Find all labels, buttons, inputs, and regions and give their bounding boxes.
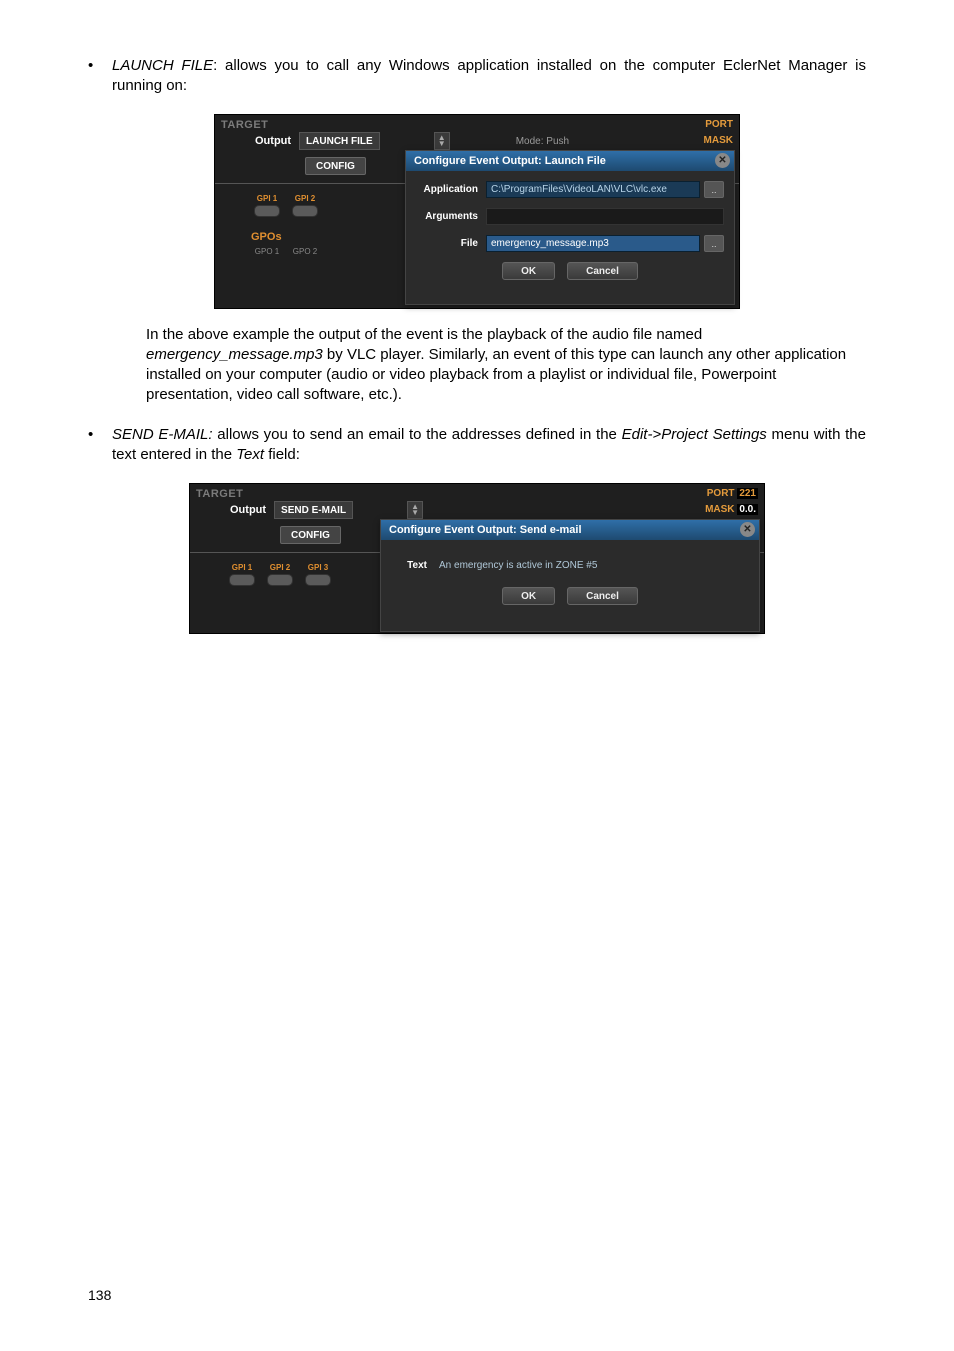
config-button[interactable]: CONFIG [305, 157, 366, 175]
port-value: 221 [737, 488, 758, 499]
bullet-send-email: • SEND E-MAIL: allows you to send an ema… [88, 425, 866, 465]
explain-1a: In the above example the output of the e… [146, 326, 702, 343]
output-row: Output SEND E-MAIL ▲▼ [190, 500, 764, 520]
gpi-1-box [229, 574, 255, 586]
cancel-button[interactable]: Cancel [567, 262, 638, 280]
arguments-input[interactable] [486, 208, 724, 225]
text-value[interactable]: An emergency is active in ZONE #5 [435, 560, 749, 571]
gpi-2[interactable]: GPI 2 [289, 194, 321, 217]
gpi-1-label: GPI 1 [251, 194, 283, 203]
stepper-icon[interactable]: ▲▼ [434, 132, 450, 150]
dialog-buttons: OK Cancel [391, 587, 749, 605]
mask-key: MASK [705, 504, 734, 515]
gpo-1-label: GPO 1 [255, 247, 279, 256]
mask-label: MASK 0.0. [705, 504, 758, 515]
gpi-2-label: GPI 2 [289, 194, 321, 203]
browse-button-file[interactable]: .. [704, 235, 724, 252]
gpi-2[interactable]: GPI 2 [264, 563, 296, 586]
port-label: PORT 221 [707, 488, 758, 499]
row-arguments: Arguments [416, 208, 724, 225]
dialog-body: Application C:\ProgramFiles\VideoLAN\VLC… [406, 171, 734, 280]
bullet-launch-file: • LAUNCH FILE: allows you to call any Wi… [88, 56, 866, 96]
mode-label: Mode: Push [516, 136, 569, 147]
output-label: Output [255, 135, 291, 147]
row-file: File emergency_message.mp3 .. [416, 235, 724, 252]
dialog-title: Configure Event Output: Send e-mail [389, 524, 582, 536]
file-label: File [416, 238, 486, 249]
term-send-email: SEND E-MAIL: [112, 426, 213, 443]
screenshot-launch-file: TARGET PORT MASK Output LAUNCH FILE ▲▼ M… [88, 114, 866, 309]
dialog-title: Configure Event Output: Launch File [414, 155, 606, 167]
page-number: 138 [88, 1287, 111, 1303]
ok-button[interactable]: OK [502, 587, 555, 605]
gpi-2-box [292, 205, 318, 217]
row-application: Application C:\ProgramFiles\VideoLAN\VLC… [416, 181, 724, 198]
menu-path: Edit->Project Settings [622, 426, 767, 443]
arguments-label: Arguments [416, 211, 486, 222]
port-label: PORT [705, 119, 733, 130]
dialog-title-bar: Configure Event Output: Launch File ✕ [406, 151, 734, 171]
bullet-marker: • [88, 56, 112, 76]
desc-launch-file: : allows you to call any Windows applica… [112, 57, 866, 94]
cancel-button[interactable]: Cancel [567, 587, 638, 605]
desc-2a: allows you to send an email to the addre… [213, 426, 622, 443]
gpi-1-label: GPI 1 [226, 563, 258, 572]
gpi-2-label: GPI 2 [264, 563, 296, 572]
gpi-1[interactable]: GPI 1 [251, 194, 283, 217]
ss-launch-file-panel: TARGET PORT MASK Output LAUNCH FILE ▲▼ M… [214, 114, 740, 309]
dialog-send-email: Configure Event Output: Send e-mail ✕ Te… [380, 519, 760, 632]
gpi-3[interactable]: GPI 3 [302, 563, 334, 586]
gpi-3-label: GPI 3 [302, 563, 334, 572]
target-label: TARGET [196, 488, 243, 500]
file-input[interactable]: emergency_message.mp3 [486, 235, 700, 252]
gpi-3-box [305, 574, 331, 586]
gpi-1[interactable]: GPI 1 [226, 563, 258, 586]
dialog-body: Text An emergency is active in ZONE #5 O… [381, 540, 759, 605]
bullet-body: LAUNCH FILE: allows you to call any Wind… [112, 56, 866, 96]
dialog-buttons: OK Cancel [416, 262, 724, 280]
application-label: Application [416, 184, 486, 195]
field-text: Text [236, 446, 264, 463]
stepper-icon[interactable]: ▲▼ [407, 501, 423, 519]
target-label: TARGET [221, 119, 268, 131]
close-icon[interactable]: ✕ [715, 153, 730, 168]
output-label: Output [230, 504, 266, 516]
mask-value: 0.0. [737, 504, 758, 515]
gpo-1: GPO 1 [251, 245, 283, 257]
dialog-title-bar: Configure Event Output: Send e-mail ✕ [381, 520, 759, 540]
gpo-2: GPO 2 [289, 245, 321, 257]
screenshot-send-email: TARGET PORT 221 MASK 0.0. Output SEND E-… [88, 483, 866, 634]
explain-filename: emergency_message.mp3 [146, 346, 323, 363]
output-row: Output LAUNCH FILE ▲▼ Mode: Push [215, 131, 739, 151]
gpi-2-box [267, 574, 293, 586]
port-key: PORT [707, 488, 735, 499]
explain-paragraph: In the above example the output of the e… [146, 325, 866, 405]
ok-button[interactable]: OK [502, 262, 555, 280]
mask-label: MASK [704, 135, 733, 146]
dialog-launch-file: Configure Event Output: Launch File ✕ Ap… [405, 150, 735, 305]
close-icon[interactable]: ✕ [740, 522, 755, 537]
text-label: Text [391, 560, 435, 571]
ss-send-email-panel: TARGET PORT 221 MASK 0.0. Output SEND E-… [189, 483, 765, 634]
row-text: Text An emergency is active in ZONE #5 [391, 560, 749, 571]
term-launch-file: LAUNCH FILE [112, 57, 213, 74]
config-button[interactable]: CONFIG [280, 526, 341, 544]
gpo-2-label: GPO 2 [293, 247, 317, 256]
application-input[interactable]: C:\ProgramFiles\VideoLAN\VLC\vlc.exe [486, 181, 700, 198]
bullet-marker: • [88, 425, 112, 445]
output-select[interactable]: SEND E-MAIL [274, 501, 353, 519]
desc-2c: field: [264, 446, 300, 463]
browse-button-app[interactable]: .. [704, 181, 724, 198]
gpi-1-box [254, 205, 280, 217]
output-select[interactable]: LAUNCH FILE [299, 132, 380, 150]
bullet-body: SEND E-MAIL: allows you to send an email… [112, 425, 866, 465]
